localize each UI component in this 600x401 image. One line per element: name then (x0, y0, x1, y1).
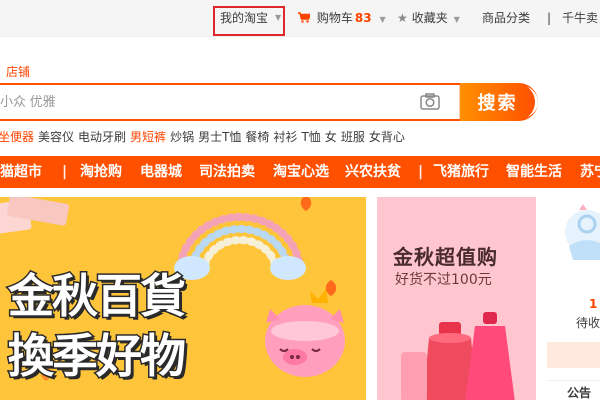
pending-receive-label[interactable]: 待收 (576, 314, 600, 331)
category-nav-item[interactable]: 淘抢购 (80, 156, 122, 188)
my-taobao-label: 我的淘宝 (220, 11, 269, 25)
product-categories-link[interactable]: 商品分类 (482, 0, 530, 36)
hot-word-link[interactable]: 女 (325, 130, 337, 144)
hot-word-link[interactable]: 女背心 (369, 130, 405, 144)
qianniu-seller-link[interactable]: 千牛卖 (562, 0, 598, 36)
pig-cup-illustration (265, 289, 345, 377)
search-tab-store[interactable]: 店铺 (6, 63, 30, 80)
cart-count-badge: 83 (354, 11, 372, 25)
category-nav-item[interactable]: 兴农扶贫 (345, 156, 401, 188)
cart-link[interactable]: 购物车 83 ▼ (298, 0, 386, 36)
star-icon: ★ (397, 11, 408, 25)
promo-card[interactable]: 金秋超值购 好货不过100元 (377, 197, 536, 400)
divider (547, 380, 600, 381)
pending-receive-count[interactable]: 1 (589, 297, 597, 311)
promo-title: 金秋超值购 (393, 245, 498, 269)
user-avatar-illustration (565, 204, 600, 260)
category-nav-divider: | (418, 164, 424, 180)
hot-word-link[interactable]: 炒锅 (170, 130, 194, 144)
category-nav-item[interactable]: 电器城 (140, 156, 182, 188)
category-nav-item[interactable]: 司法拍卖 (199, 156, 255, 188)
topbar-divider: | (547, 11, 552, 25)
category-nav-item[interactable]: 飞猪旅行 (433, 156, 489, 188)
search-button[interactable]: 搜索 (460, 83, 535, 121)
product-bottles-image (401, 312, 515, 400)
hot-word-link[interactable]: 衬衫 (273, 130, 297, 144)
my-taobao-menu[interactable]: 我的淘宝 ▼ (213, 0, 288, 36)
promo-subtitle: 好货不过100元 (395, 272, 492, 288)
cart-icon (298, 11, 314, 25)
hot-word-link[interactable]: T恤 (301, 130, 320, 144)
banner-headline-1: 金秋百貨 (7, 268, 188, 325)
category-nav-item[interactable]: 猫超市 (0, 156, 42, 188)
user-panel-strip (547, 342, 600, 368)
notice-header[interactable]: 公告 (567, 384, 591, 401)
category-nav: 猫超市 | 淘抢购电器城司法拍卖淘宝心选兴农扶贫 | 飞猪旅行智能生活苏宁 (0, 156, 600, 188)
chevron-down-icon: ▼ (453, 15, 460, 24)
category-nav-item[interactable]: 智能生活 (506, 156, 562, 188)
camera-icon[interactable] (419, 91, 441, 113)
rainbow-decoration (174, 213, 306, 280)
chevron-down-icon: ▼ (379, 15, 386, 24)
category-nav-item[interactable]: 淘宝心选 (273, 156, 329, 188)
hot-word-link[interactable]: 男士T恤 (198, 130, 241, 144)
hot-search-words: 坐便器 美容仪 电动牙刷 男短裤 炒锅 男士T恤 餐椅 衬衫 T恤女班服 女背心 (0, 128, 409, 145)
hot-word-link[interactable]: 男短裤 (130, 130, 166, 144)
hot-word-link[interactable]: 电动牙刷 (78, 130, 126, 144)
hot-word-link[interactable]: 餐椅 (245, 130, 269, 144)
hot-word-link[interactable]: 美容仪 (38, 130, 74, 144)
hot-word-link[interactable]: 班服 (341, 130, 365, 144)
site-topbar: 我的淘宝 ▼ 购物车 83 ▼ ★ 收藏夹 ▼ 商品分类 | 千牛卖 (0, 0, 600, 37)
category-nav-item[interactable]: 苏宁 (580, 156, 600, 188)
favorites-menu[interactable]: ★ 收藏夹 ▼ (397, 0, 460, 36)
cart-label: 购物车 (316, 11, 353, 25)
chevron-down-icon: ▼ (275, 13, 282, 22)
hot-word-link[interactable]: 坐便器 (0, 130, 34, 144)
banner-headline-2: 換季好物 (7, 328, 188, 385)
search-input[interactable] (0, 83, 458, 121)
favorites-label: 收藏夹 (411, 11, 448, 25)
category-nav-divider: | (62, 164, 68, 180)
